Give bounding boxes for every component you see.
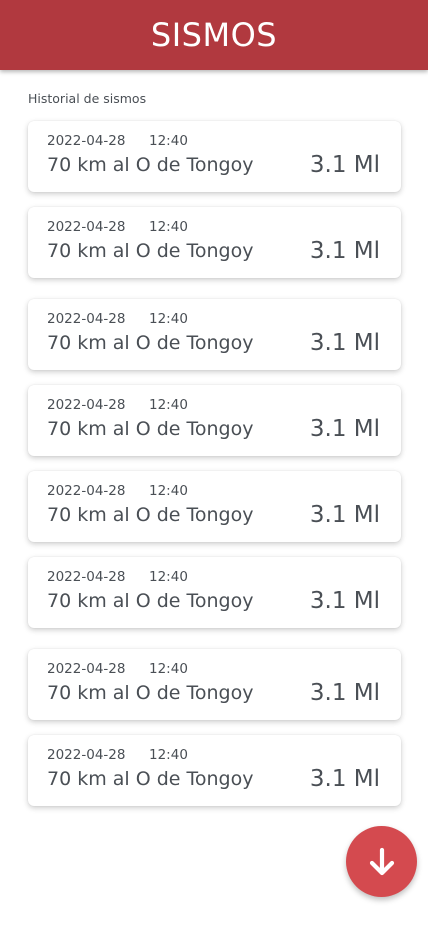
event-location: 70 km al O de Tongoy [47, 504, 254, 526]
event-location: 70 km al O de Tongoy [47, 332, 254, 354]
event-location: 70 km al O de Tongoy [47, 682, 254, 704]
earthquake-card[interactable]: 2022-04-28 12:40 70 km al O de Tongoy 3.… [28, 471, 401, 542]
event-time: 12:40 [149, 311, 188, 327]
event-magnitude: 3.1 Ml [309, 330, 380, 356]
app-screen: SISMOS Historial de sismos 2022-04-28 12… [0, 0, 428, 926]
event-time: 12:40 [149, 747, 188, 763]
event-date: 2022-04-28 [47, 569, 126, 585]
event-date: 2022-04-28 [47, 219, 126, 235]
event-date: 2022-04-28 [47, 133, 126, 149]
event-date: 2022-04-28 [47, 747, 126, 763]
event-location: 70 km al O de Tongoy [47, 240, 254, 262]
scroll-down-button[interactable] [346, 826, 417, 897]
event-date: 2022-04-28 [47, 661, 126, 677]
event-location: 70 km al O de Tongoy [47, 154, 254, 176]
event-magnitude: 3.1 Ml [309, 588, 380, 614]
section-label: Historial de sismos [28, 91, 147, 106]
event-location: 70 km al O de Tongoy [47, 418, 254, 440]
event-date: 2022-04-28 [47, 483, 126, 499]
earthquake-card[interactable]: 2022-04-28 12:40 70 km al O de Tongoy 3.… [28, 121, 401, 192]
event-time: 12:40 [149, 661, 188, 677]
event-magnitude: 3.1 Ml [309, 680, 380, 706]
event-time: 12:40 [149, 397, 188, 413]
earthquake-card[interactable]: 2022-04-28 12:40 70 km al O de Tongoy 3.… [28, 299, 401, 370]
earthquake-card[interactable]: 2022-04-28 12:40 70 km al O de Tongoy 3.… [28, 649, 401, 720]
app-header: SISMOS [0, 0, 428, 70]
event-time: 12:40 [149, 219, 188, 235]
earthquake-card[interactable]: 2022-04-28 12:40 70 km al O de Tongoy 3.… [28, 735, 401, 806]
app-title: SISMOS [150, 16, 278, 54]
event-magnitude: 3.1 Ml [309, 152, 380, 178]
event-time: 12:40 [149, 569, 188, 585]
event-time: 12:40 [149, 133, 188, 149]
event-date: 2022-04-28 [47, 397, 126, 413]
event-magnitude: 3.1 Ml [309, 416, 380, 442]
earthquake-card[interactable]: 2022-04-28 12:40 70 km al O de Tongoy 3.… [28, 207, 401, 278]
event-location: 70 km al O de Tongoy [47, 590, 254, 612]
earthquake-card[interactable]: 2022-04-28 12:40 70 km al O de Tongoy 3.… [28, 557, 401, 628]
event-time: 12:40 [149, 483, 188, 499]
event-magnitude: 3.1 Ml [309, 238, 380, 264]
event-magnitude: 3.1 Ml [309, 766, 380, 792]
event-location: 70 km al O de Tongoy [47, 768, 254, 790]
arrow-down-icon [369, 847, 394, 875]
event-magnitude: 3.1 Ml [309, 502, 380, 528]
event-date: 2022-04-28 [47, 311, 126, 327]
earthquake-card[interactable]: 2022-04-28 12:40 70 km al O de Tongoy 3.… [28, 385, 401, 456]
